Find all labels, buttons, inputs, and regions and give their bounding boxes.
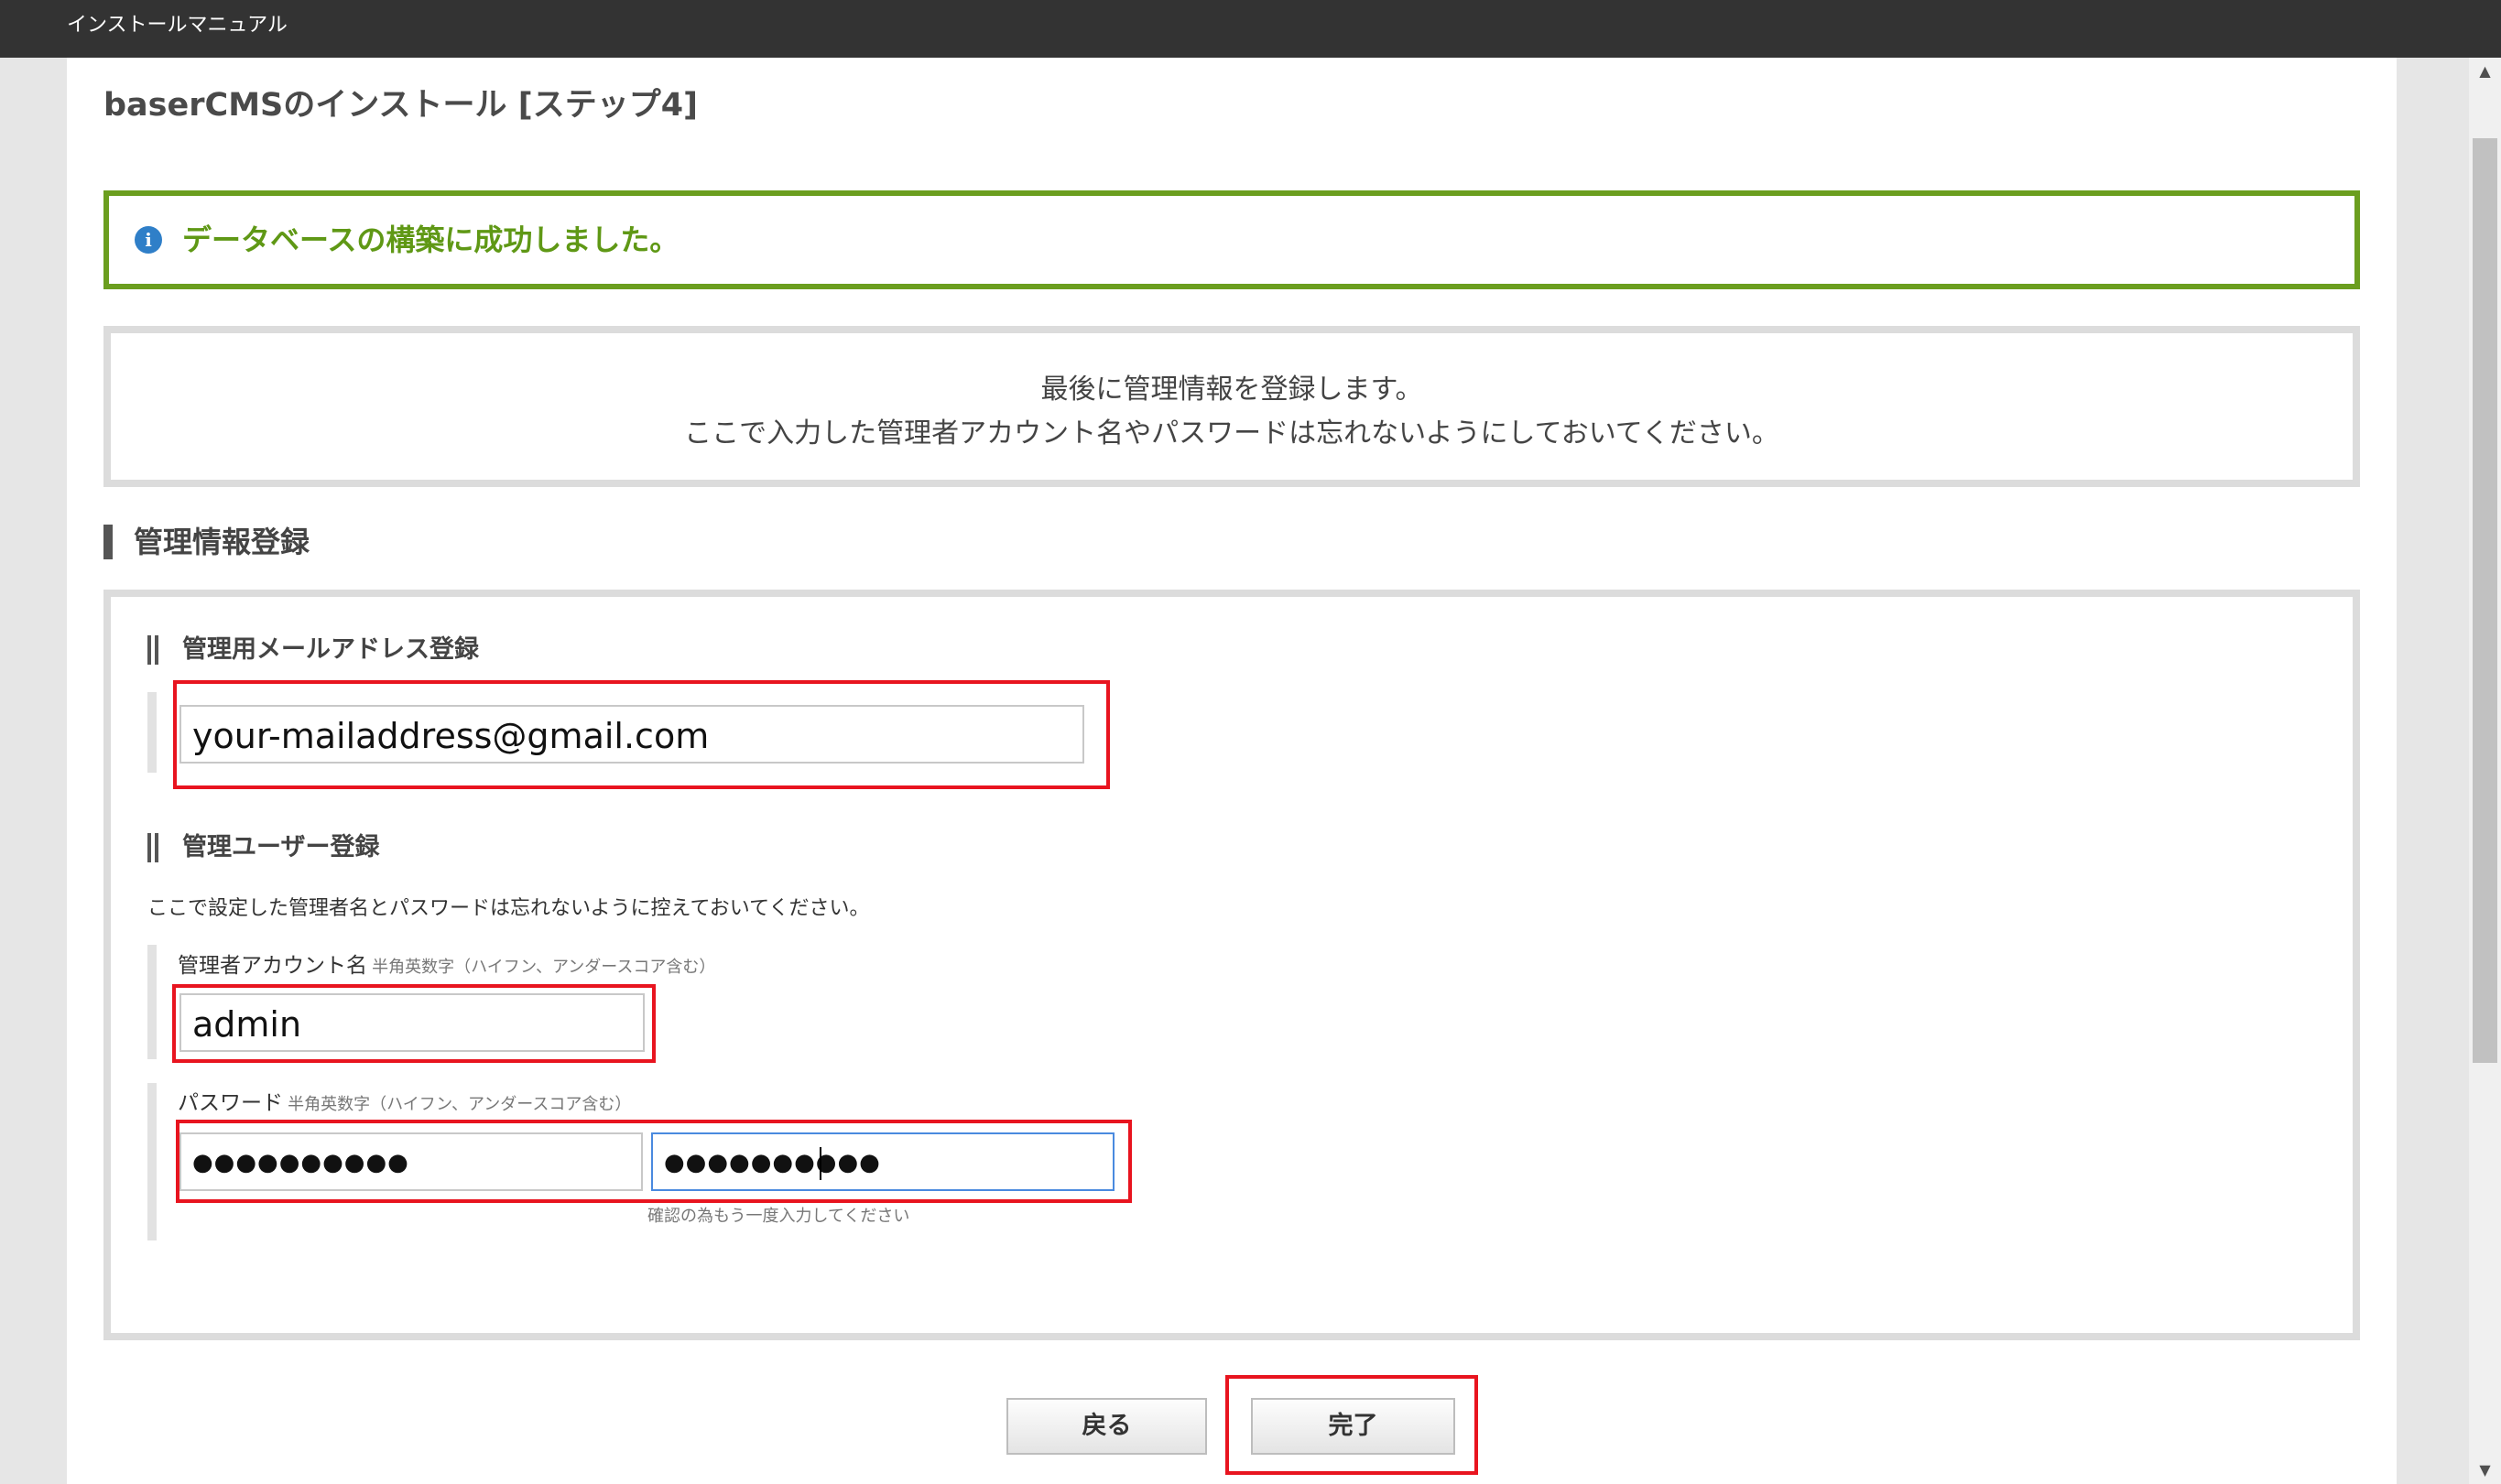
window-title: インストールマニュアル [67, 14, 288, 37]
account-label-group: 管理者アカウント名 半角英数字（ハイフン、アンダースコア含む） [178, 952, 715, 981]
success-message: データベースの構築に成功しました。 [182, 222, 680, 257]
section-title-text: 管理情報登録 [134, 525, 310, 559]
password-hint: 半角英数字（ハイフン、アンダースコア含む） [288, 1095, 632, 1114]
email-field-rule [147, 692, 157, 773]
notice-line-2: ここで入力した管理者アカウント名やパスワードは忘れないようにしておいてください。 [684, 417, 1779, 450]
password-label: パスワード [178, 1091, 283, 1115]
notice-box: 最後に管理情報を登録します。 ここで入力した管理者アカウント名やパスワードは忘れ… [103, 326, 2360, 487]
user-section-description: ここで設定した管理者名とパスワードは忘れないように控えておいてください。 [147, 897, 870, 920]
finish-highlight-box [1225, 1375, 1478, 1475]
password-label-group: パスワード 半角英数字（ハイフン、アンダースコア含む） [178, 1089, 631, 1119]
email-section-title-text: 管理用メールアドレス登録 [182, 635, 479, 664]
window-titlebar: インストールマニュアル [0, 0, 2501, 58]
section-title-admin-info: 管理情報登録 [103, 522, 310, 562]
password-confirm-hint: 確認の為もう一度入力してください [647, 1207, 910, 1226]
section-title-bar [103, 525, 113, 559]
account-highlight-box [172, 984, 656, 1063]
account-label: 管理者アカウント名 [178, 954, 367, 978]
account-hint: 半角英数字（ハイフン、アンダースコア含む） [372, 958, 716, 977]
scroll-up-arrow-icon[interactable]: ▲ [2469, 58, 2501, 85]
subsection-bar [147, 833, 158, 862]
scrollbar-thumb[interactable] [2473, 138, 2497, 1063]
success-alert: i データベースの構築に成功しました。 [103, 190, 2360, 289]
scroll-down-arrow-icon[interactable]: ▼ [2469, 1457, 2501, 1484]
password-field-rule [147, 1083, 157, 1240]
back-button[interactable]: 戻る [1006, 1398, 1207, 1455]
account-field-rule [147, 945, 157, 1059]
user-section-title-text: 管理ユーザー登録 [182, 833, 380, 861]
notice-line-1: 最後に管理情報を登録します。 [1040, 374, 1423, 406]
page-title: baserCMSのインストール [ステップ4] [103, 87, 699, 124]
email-section-title: 管理用メールアドレス登録 [147, 634, 479, 666]
info-icon: i [135, 226, 162, 254]
user-section-title: 管理ユーザー登録 [147, 831, 379, 864]
vertical-scrollbar[interactable]: ▲ ▼ [2469, 58, 2501, 1484]
email-highlight-box [173, 680, 1110, 789]
subsection-bar [147, 635, 158, 665]
password-highlight-box [176, 1120, 1132, 1203]
